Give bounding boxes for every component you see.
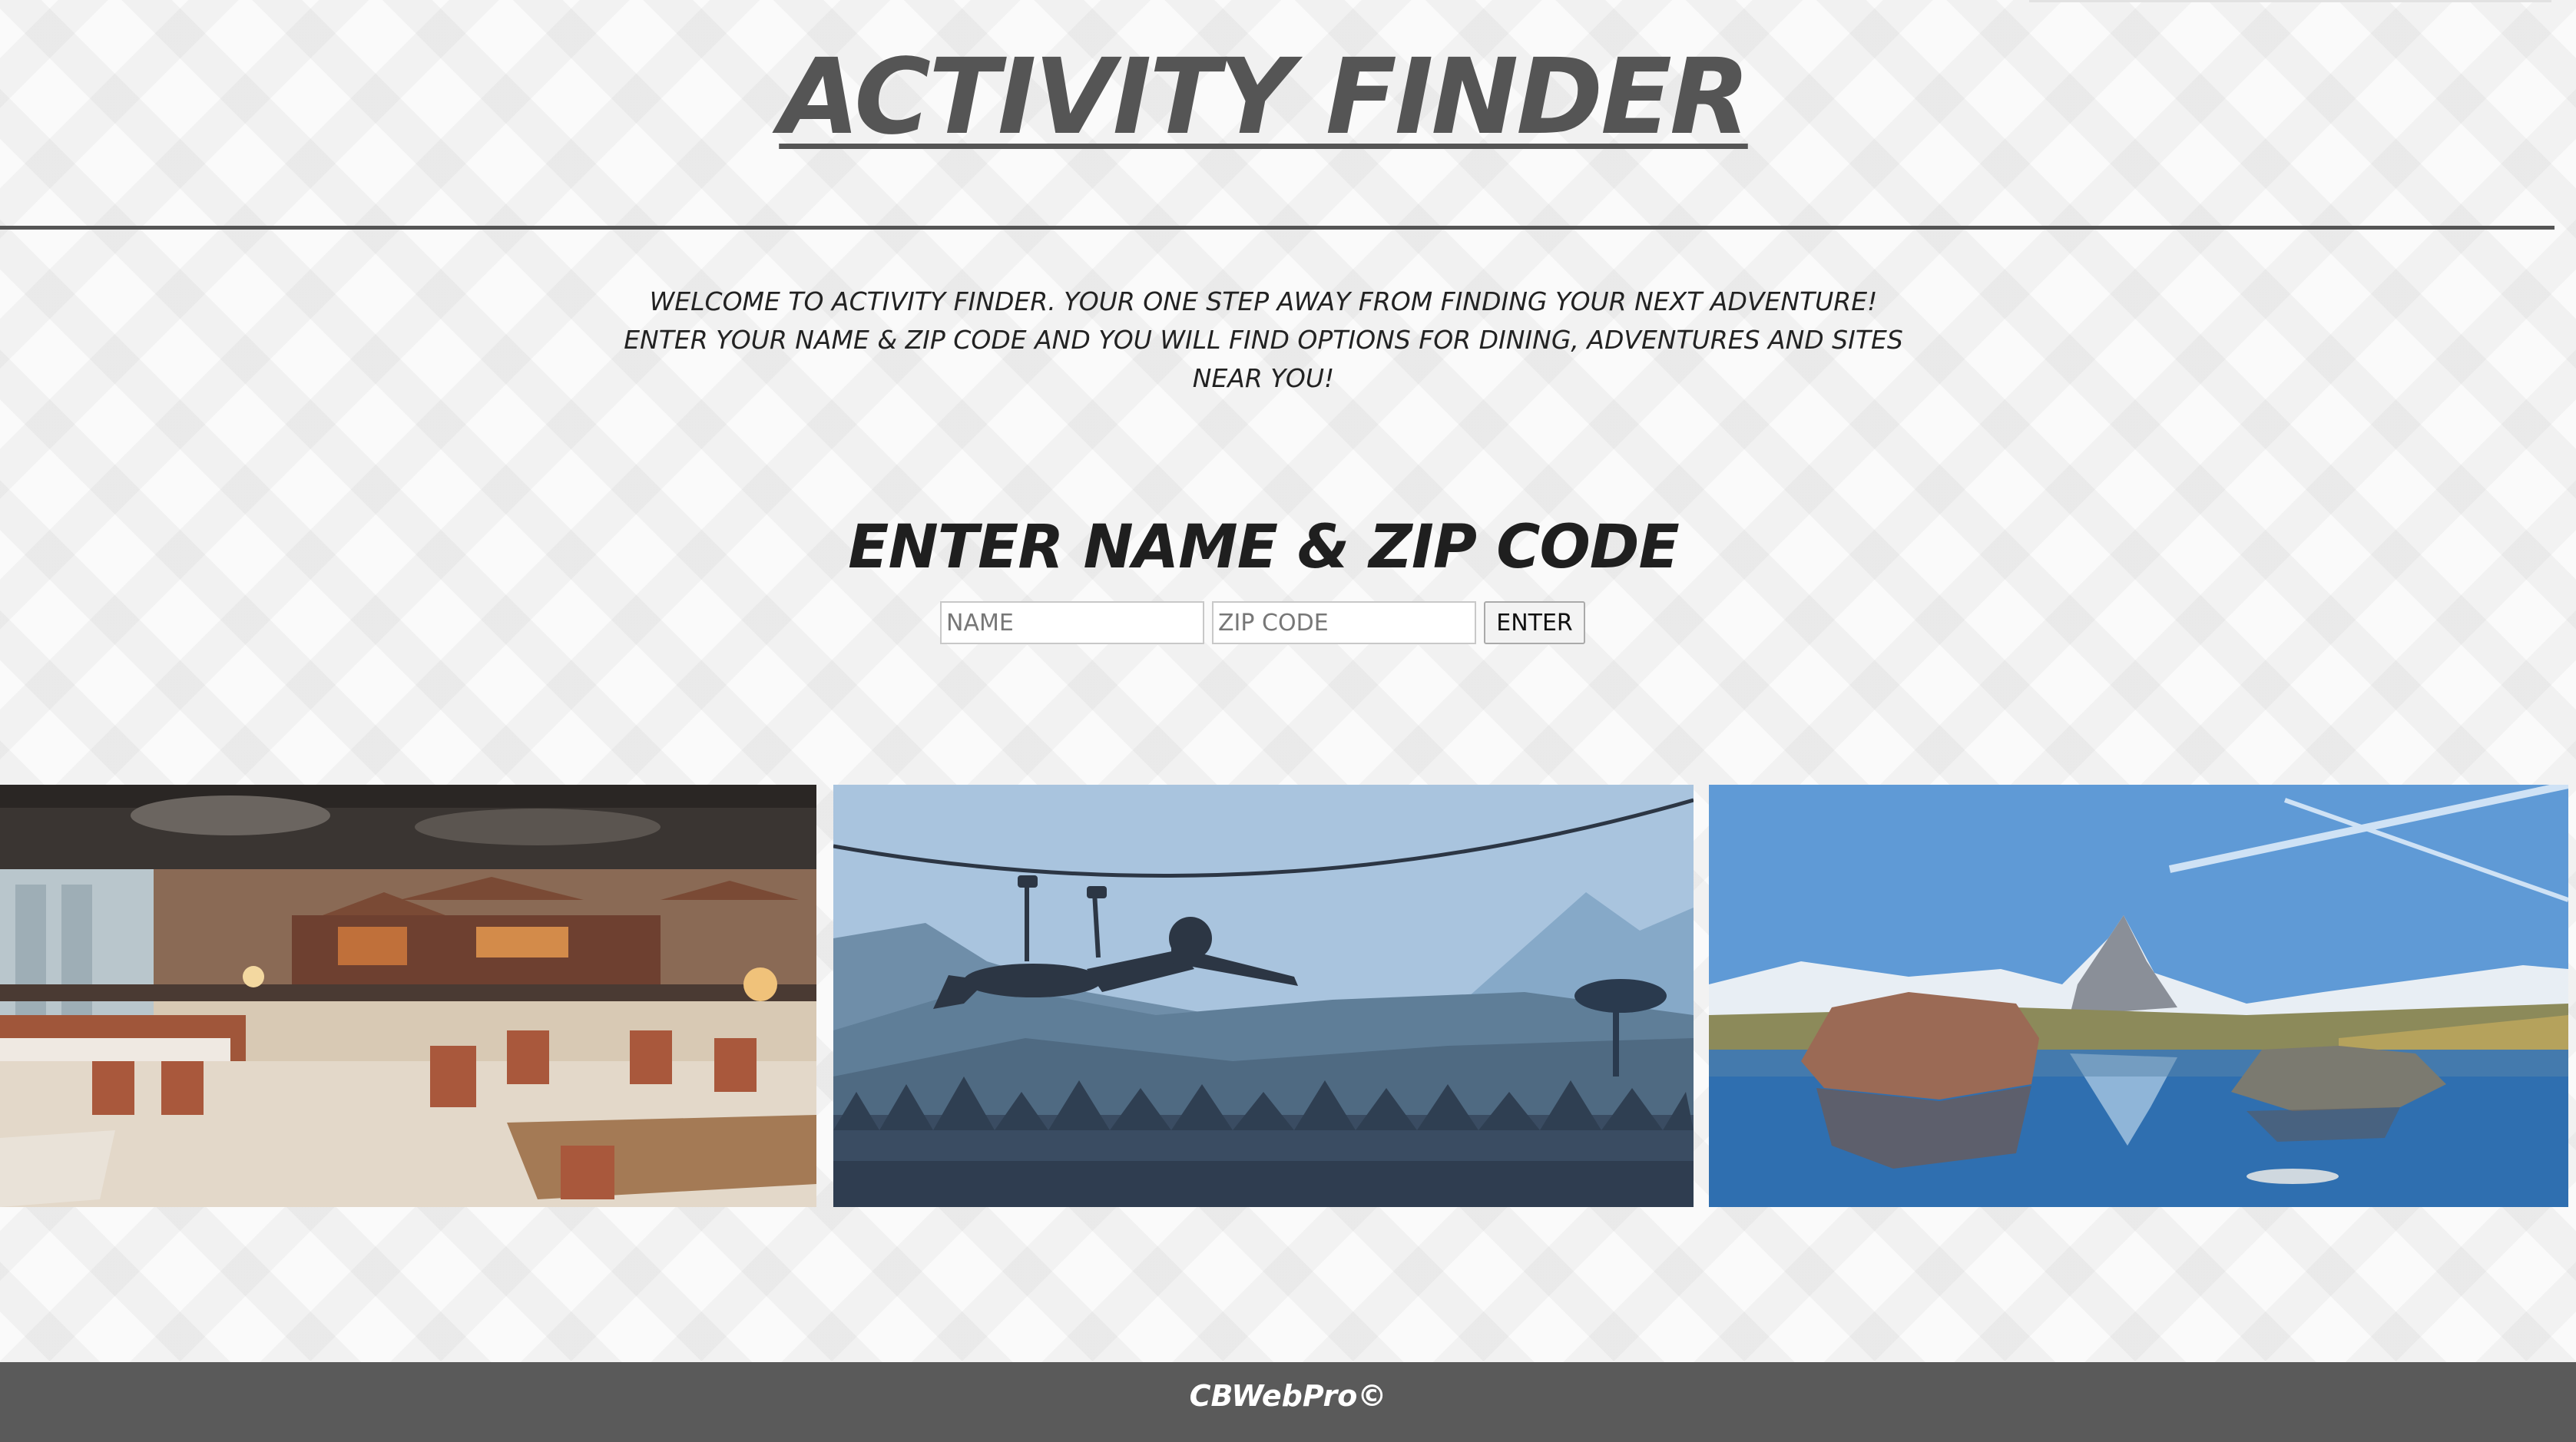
dining-photo [0, 785, 816, 1207]
enter-button[interactable]: ENTER [1484, 601, 1585, 644]
zip-code-input[interactable] [1212, 601, 1476, 644]
footer-copyright: CBWebPro© [1189, 1379, 1387, 1413]
site-header: ACTIVITY FINDER [0, 0, 2554, 230]
form-heading: ENTER NAME & ZIP CODE [848, 513, 1680, 582]
site-footer: CBWebPro© [0, 1362, 2576, 1442]
sites-photo [1709, 785, 2568, 1207]
name-input[interactable] [940, 601, 1204, 644]
adventure-photo [833, 785, 1694, 1207]
welcome-text: WELCOME TO ACTIVITY FINDER. YOUR ONE STE… [624, 286, 1903, 393]
page-title: ACTIVITY FINDER [779, 37, 1750, 158]
header-divider [0, 226, 2554, 230]
